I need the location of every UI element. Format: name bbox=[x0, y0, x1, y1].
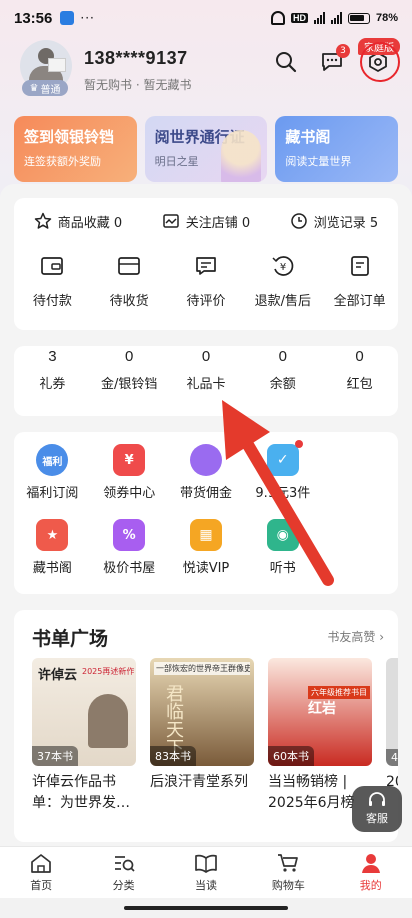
message-count-badge: 3 bbox=[336, 44, 350, 58]
promo-banners: 签到领银铃铛 连签获额外奖励 阅世界通行证 明日之星 藏书阁 阅读丈量世界 bbox=[14, 116, 399, 182]
star-icon bbox=[34, 212, 52, 229]
category-search-icon bbox=[114, 856, 135, 872]
message-button[interactable]: 3 bbox=[318, 44, 350, 76]
highlight-circle bbox=[360, 42, 400, 82]
customer-service-button[interactable]: 客服 bbox=[352, 786, 402, 832]
settings-button[interactable]: 家庭版 bbox=[358, 38, 400, 82]
app-notification-icon bbox=[60, 11, 75, 25]
headset-icon bbox=[369, 792, 385, 806]
order-pending-receipt[interactable]: 待收货 bbox=[94, 254, 164, 328]
wallet-icon bbox=[41, 257, 64, 275]
red-dot-badge bbox=[294, 440, 303, 448]
asset-balance[interactable]: 0 余额 bbox=[248, 348, 318, 412]
list-icon bbox=[350, 256, 369, 276]
book-cover: 4 bbox=[386, 658, 398, 766]
tab-mine[interactable]: 我的 bbox=[341, 852, 401, 893]
order-pending-review[interactable]: 待评价 bbox=[171, 254, 241, 328]
user-phone[interactable]: 138****9137 bbox=[84, 48, 188, 69]
cart-icon bbox=[278, 854, 299, 872]
bottom-tab-bar: 首页 分类 当读 购物车 我的 bbox=[0, 846, 412, 898]
book-cover: 一部恢宏的世界帝王群像史 君临天下 83本书 bbox=[150, 658, 254, 766]
commission-icon bbox=[189, 444, 222, 476]
tab-category[interactable]: 分类 bbox=[94, 852, 154, 893]
service-empty-2 bbox=[321, 519, 398, 576]
profile-header: ♛ 普通 138****9137 暂无购书 · 暂无藏书 3 家庭版 bbox=[20, 38, 400, 102]
asset-red-packet[interactable]: 0 红包 bbox=[325, 348, 395, 412]
statue-illustration bbox=[221, 130, 262, 182]
user-subtitle: 暂无购书 · 暂无藏书 bbox=[84, 78, 192, 92]
deal-icon: ✓ bbox=[266, 440, 303, 476]
book-list-section: 书单广场 书友高赞 › 许倬云 2025再述新作 37本书 许倬云作品书单：为世… bbox=[14, 610, 398, 842]
member-level-badge[interactable]: ♛ 普通 bbox=[22, 80, 68, 96]
quick-link-history[interactable]: 浏览记录 5 bbox=[290, 212, 378, 231]
user-icon bbox=[361, 854, 380, 873]
service-welfare-subscription[interactable]: 福利 福利订阅 bbox=[14, 444, 91, 501]
coupon-icon: ¥ bbox=[113, 444, 146, 476]
service-audiobook[interactable]: ◉ 听书 bbox=[244, 519, 321, 576]
order-pending-payment[interactable]: 待付款 bbox=[17, 254, 87, 328]
book-cover: 许倬云 2025再述新作 37本书 bbox=[32, 658, 136, 766]
hd-icon: HD bbox=[290, 13, 308, 23]
order-refund[interactable]: ¥ 退款/售后 bbox=[248, 254, 318, 328]
search-button[interactable] bbox=[272, 48, 300, 76]
welfare-icon: 福利 bbox=[36, 444, 69, 476]
quick-links: 商品收藏 0 关注店铺 0 浏览记录 5 bbox=[14, 198, 398, 244]
home-indicator bbox=[124, 906, 288, 910]
refund-icon: ¥ bbox=[272, 256, 294, 276]
service-commission[interactable]: 带货佣金 bbox=[168, 444, 245, 501]
status-bar: 13:56 ··· HD 78% bbox=[0, 0, 412, 36]
service-price-bookstore[interactable]: % 极价书屋 bbox=[91, 519, 168, 576]
signal-icon-2 bbox=[330, 12, 342, 24]
store-icon bbox=[163, 214, 179, 228]
asset-gift-card[interactable]: 0 礼品卡 bbox=[171, 348, 241, 412]
search-icon bbox=[276, 52, 297, 73]
order-all[interactable]: 全部订单 bbox=[325, 254, 395, 328]
clock-icon bbox=[291, 213, 307, 229]
tab-cart[interactable]: 购物车 bbox=[258, 852, 318, 893]
banner-library[interactable]: 藏书阁 阅读丈量世界 bbox=[275, 116, 399, 182]
book-list-title: 书单广场 bbox=[32, 628, 109, 650]
quick-link-favorites[interactable]: 商品收藏 0 bbox=[34, 212, 122, 231]
battery-icon bbox=[347, 12, 370, 24]
comment-icon bbox=[196, 257, 216, 275]
library-icon: ★ bbox=[36, 519, 69, 551]
tab-reading[interactable]: 当读 bbox=[176, 852, 236, 893]
assets-row: 3 礼券 0 金/银铃铛 0 礼品卡 0 余额 0 红包 bbox=[14, 348, 398, 412]
gift-icon: ▦ bbox=[189, 519, 222, 551]
asset-coupons[interactable]: 3 礼券 bbox=[17, 348, 87, 412]
svg-text:¥: ¥ bbox=[280, 262, 286, 273]
home-icon bbox=[31, 854, 52, 873]
status-time: 13:56 bbox=[14, 9, 53, 27]
signal-icon bbox=[313, 12, 325, 24]
more-notifications-icon: ··· bbox=[80, 11, 95, 25]
service-empty-1 bbox=[321, 444, 398, 501]
book-list-more-link[interactable]: 书友高赞 › bbox=[327, 628, 384, 645]
mute-bell-icon bbox=[270, 11, 285, 25]
service-vip[interactable]: ▦ 悦读VIP bbox=[168, 519, 245, 576]
service-99-deal[interactable]: ✓ 9.9元3件 bbox=[244, 440, 321, 501]
banner-world-pass[interactable]: 阅世界通行证 明日之星 bbox=[144, 116, 268, 182]
crown-icon: ♛ bbox=[29, 82, 39, 94]
order-status-row: 待付款 待收货 待评价 ¥ 退款/售后 全部订单 bbox=[14, 254, 398, 328]
book-list-item[interactable]: 一部恢宏的世界帝王群像史 君临天下 83本书 后浪汗青堂系列 bbox=[150, 658, 254, 814]
open-book-icon bbox=[195, 854, 217, 873]
service-coupon-center[interactable]: ¥ 领券中心 bbox=[91, 444, 168, 501]
book-list-item[interactable]: 许倬云 2025再述新作 37本书 许倬云作品书单：为世界发… bbox=[32, 658, 136, 814]
book-cover: 红岩 六年级推荐书目 60本书 bbox=[268, 658, 372, 766]
asset-bells[interactable]: 0 金/银铃铛 bbox=[94, 348, 164, 412]
battery-level: 78% bbox=[375, 12, 398, 24]
audiobook-icon: ◉ bbox=[266, 519, 299, 551]
box-icon bbox=[118, 257, 141, 275]
quick-link-stores[interactable]: 关注店铺 0 bbox=[162, 212, 250, 231]
banner-sign-in[interactable]: 签到领银铃铛 连签获额外奖励 bbox=[14, 116, 137, 182]
discount-icon: % bbox=[113, 519, 146, 551]
service-library[interactable]: ★ 藏书阁 bbox=[14, 519, 91, 576]
tab-home[interactable]: 首页 bbox=[11, 852, 71, 893]
services-grid: 福利 福利订阅 ¥ 领券中心 带货佣金 ✓ 9.9元3件 ★ 藏书阁 % 极价书… bbox=[14, 440, 398, 576]
